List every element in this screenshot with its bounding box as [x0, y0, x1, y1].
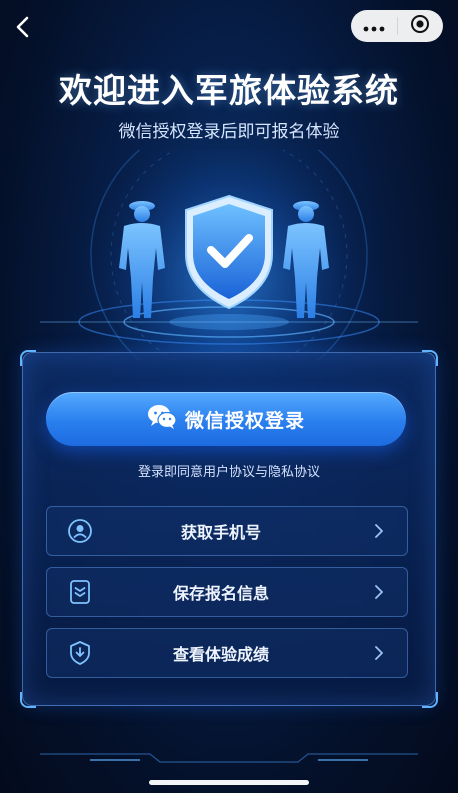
- wechat-login-button[interactable]: 微信授权登录: [46, 392, 406, 446]
- card-corner-accent: [20, 350, 36, 366]
- chevron-right-icon: [369, 523, 389, 539]
- agreement-text: 登录即同意用户协议与隐私协议: [137, 465, 320, 480]
- chevron-left-icon: [15, 16, 31, 42]
- hero-illustration: [40, 150, 418, 360]
- more-dots-icon: [363, 17, 385, 36]
- view-results-row[interactable]: 查看体验成绩: [46, 628, 408, 678]
- row-label: 获取手机号: [180, 523, 261, 542]
- card-corner-accent: [422, 350, 438, 366]
- row-label: 保存报名信息: [172, 584, 269, 603]
- close-mini-program-button[interactable]: [398, 10, 444, 42]
- target-circle-icon: [410, 14, 430, 38]
- mini-program-capsule: [351, 10, 443, 42]
- home-indicator[interactable]: [149, 780, 309, 785]
- phone-badge-icon: [67, 518, 93, 544]
- back-button[interactable]: [8, 14, 38, 44]
- save-registration-row[interactable]: 保存报名信息: [46, 567, 408, 617]
- score-badge-icon: [67, 640, 93, 666]
- bottom-decoration: [40, 753, 418, 763]
- wechat-login-label: 微信授权登录: [184, 409, 305, 432]
- chevron-right-icon: [369, 584, 389, 600]
- row-label: 查看体验成绩: [172, 645, 269, 664]
- wechat-icon: [147, 404, 177, 434]
- card-corner-accent: [20, 692, 36, 708]
- page-title: 欢迎进入军旅体验系统: [59, 71, 399, 110]
- chevron-right-icon: [369, 645, 389, 661]
- form-save-icon: [67, 579, 93, 605]
- card-corner-accent: [422, 692, 438, 708]
- page-subtitle: 微信授权登录后即可报名体验: [118, 122, 340, 142]
- get-phone-number-row[interactable]: 获取手机号: [46, 506, 408, 556]
- more-button[interactable]: [351, 10, 397, 42]
